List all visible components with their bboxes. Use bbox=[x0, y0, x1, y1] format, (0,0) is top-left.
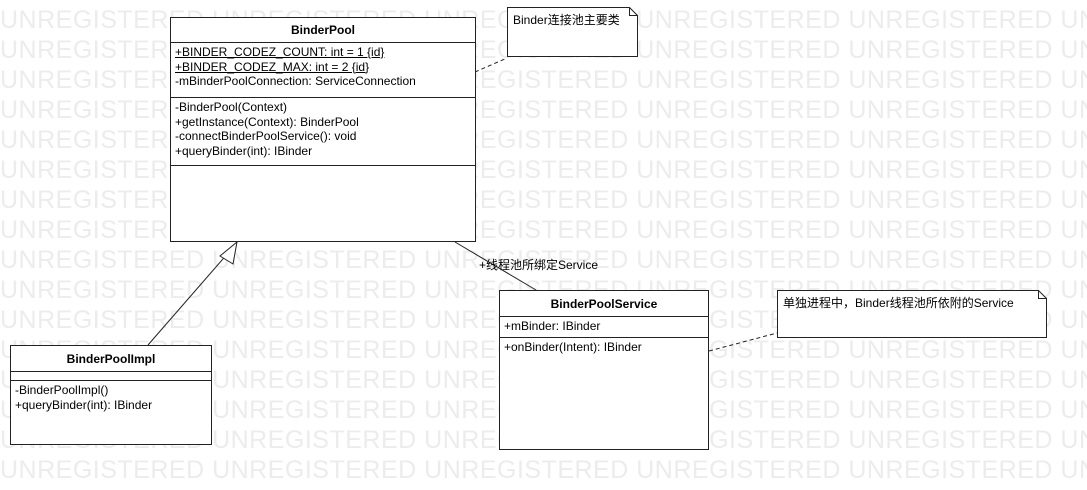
note-anchor-service bbox=[708, 332, 778, 352]
association-label: +线程池所绑定Service bbox=[479, 258, 599, 272]
attributes-compartment: +mBinder: IBinder bbox=[500, 317, 708, 338]
operations-compartment: +onBinder(Intent): IBinder bbox=[500, 338, 708, 449]
note-binder-pool[interactable]: Binder连接池主要类 bbox=[507, 7, 638, 57]
operations-compartment: -BinderPool(Context) +getInstance(Contex… bbox=[171, 98, 475, 166]
note-service[interactable]: 单独进程中，Binder线程池所依附的Service bbox=[777, 290, 1047, 338]
class-binder-pool-service[interactable]: BinderPoolService +mBinder: IBinder +onB… bbox=[499, 290, 709, 450]
operation: +onBinder(Intent): IBinder bbox=[504, 340, 642, 354]
operation: -BinderPool(Context) bbox=[175, 100, 288, 114]
generalization-arrowhead bbox=[219, 240, 238, 265]
class-binder-pool-impl[interactable]: BinderPoolImpl -BinderPoolImpl() +queryB… bbox=[10, 345, 212, 445]
note-text: 单独进程中，Binder线程池所依附的Service bbox=[783, 296, 1014, 310]
generalization-line[interactable] bbox=[147, 251, 230, 346]
attributes-compartment bbox=[11, 372, 211, 381]
attribute: -mBinderPoolConnection: ServiceConnectio… bbox=[175, 74, 416, 88]
attribute: +mBinder: IBinder bbox=[504, 319, 601, 333]
operation: -BinderPoolImpl() bbox=[15, 383, 109, 397]
attribute: +BINDER_CODEZ_MAX: int = 2 {id} bbox=[175, 59, 370, 74]
attributes-compartment: +BINDER_CODEZ_COUNT: int = 1 {id} +BINDE… bbox=[171, 43, 475, 98]
attribute: +BINDER_CODEZ_COUNT: int = 1 {id} bbox=[175, 45, 385, 59]
operation: +getInstance(Context): BinderPool bbox=[175, 114, 359, 129]
operation: +queryBinder(int): IBinder bbox=[175, 143, 313, 158]
class-binder-pool[interactable]: BinderPool +BINDER_CODEZ_COUNT: int = 1 … bbox=[170, 17, 476, 242]
note-text: Binder连接池主要类 bbox=[513, 13, 620, 27]
class-name: BinderPool bbox=[171, 18, 475, 43]
note-anchor-binderpool bbox=[474, 57, 508, 73]
operation: -connectBinderPoolService(): void bbox=[175, 129, 357, 143]
empty-compartment bbox=[171, 166, 475, 241]
class-name: BinderPoolImpl bbox=[11, 346, 211, 372]
class-name: BinderPoolService bbox=[500, 291, 708, 317]
operations-compartment: -BinderPoolImpl() +queryBinder(int): IBi… bbox=[11, 381, 211, 444]
operation: +queryBinder(int): IBinder bbox=[15, 397, 153, 412]
